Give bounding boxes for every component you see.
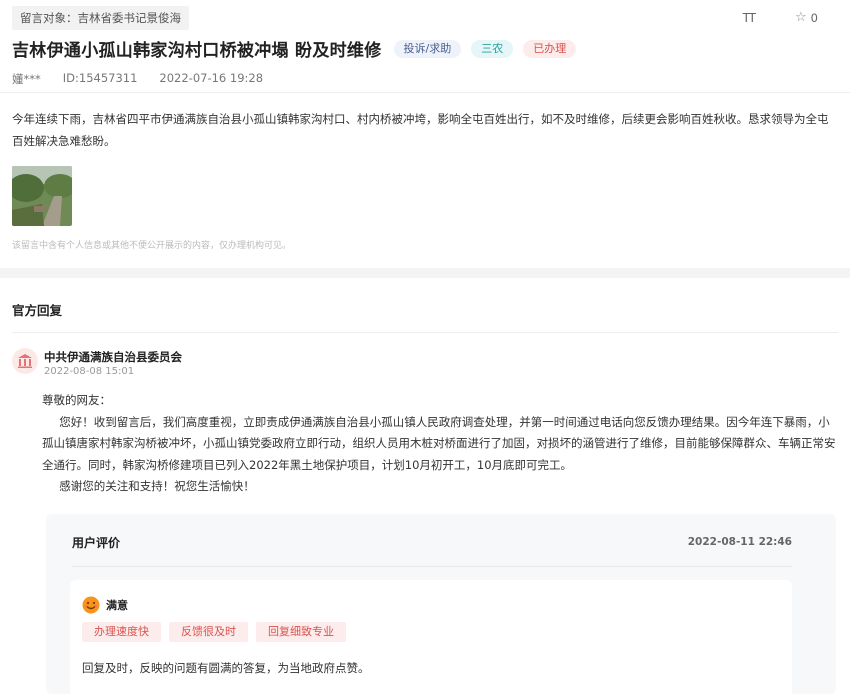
- evaluation-time: 2022-08-11 22:46: [687, 536, 792, 548]
- evaluation-comment: 回复及时，反映的问题有圆满的答复，为当地政府点赞。: [82, 661, 370, 675]
- divider: [12, 332, 838, 333]
- post-content: 今年连续下雨，吉林省四平市伊通满族自治县小孤山镇韩家沟村口、村内桥被冲垮，影响全…: [12, 112, 829, 148]
- status-badge: 已办理: [523, 39, 577, 58]
- official-reply-title: 官方回复: [12, 303, 63, 318]
- title-row: 吉林伊通小孤山韩家沟村口桥被冲塌 盼及时维修 投诉/求助 三农 已办理: [12, 36, 577, 61]
- font-size-icon[interactable]: TT: [743, 11, 756, 25]
- user-evaluation: 用户评价 2022-08-11 22:46 满意 办理速度快 反馈很及时 回复细…: [46, 514, 836, 700]
- author-name: 嬞***: [12, 72, 41, 86]
- photo-thumbnail: [12, 166, 72, 226]
- post-time: 2022-07-16 19:28: [159, 71, 264, 85]
- evaluation-chips: 办理速度快 反馈很及时 回复细致专业: [82, 622, 346, 642]
- avatar: [12, 348, 38, 374]
- reply-body: 尊敬的网友： 您好！收到留言后，我们高度重视，立即责成伊通满族自治县小孤山镇人民…: [42, 390, 838, 498]
- evaluation-card: 满意 办理速度快 反馈很及时 回复细致专业 回复及时，反映的问题有圆满的答复，为…: [70, 580, 792, 700]
- tag-list: 投诉/求助 三农 已办理: [393, 39, 577, 58]
- page-title: 吉林伊通小孤山韩家沟村口桥被冲塌 盼及时维修: [12, 41, 382, 61]
- rating-row: 满意: [82, 596, 128, 614]
- divider: [72, 566, 792, 567]
- reply-closing: 感谢您的关注和支持！祝您生活愉快！: [59, 479, 255, 493]
- smiley-face-icon: [82, 596, 100, 614]
- post-id: ID:15457311: [62, 71, 138, 85]
- favorite-count: 0: [810, 10, 818, 25]
- section-separator: [0, 268, 850, 278]
- chip-speed: 办理速度快: [82, 622, 161, 642]
- org-name: 中共伊通满族自治县委员会: [44, 350, 182, 364]
- rating-label: 满意: [106, 599, 128, 612]
- reply-time: 2022-08-08 15:01: [44, 366, 135, 377]
- favorite-button[interactable]: ☆ 0: [795, 10, 818, 25]
- chip-feedback: 反馈很及时: [169, 622, 248, 642]
- tag-agriculture[interactable]: 三农: [471, 39, 514, 58]
- divider: [0, 92, 850, 93]
- star-icon: ☆: [795, 10, 807, 25]
- privacy-note: 该留言中含有个人信息或其他不便公开展示的内容，仅办理机构可见。: [12, 241, 292, 251]
- tag-complaint[interactable]: 投诉/求助: [393, 39, 462, 58]
- reply-paragraph: 您好！收到留言后，我们高度重视，立即责成伊通满族自治县小孤山镇人民政府调查处理，…: [42, 414, 836, 472]
- chip-professional: 回复细致专业: [256, 622, 346, 642]
- attached-photo[interactable]: [12, 166, 72, 226]
- government-building-icon: [18, 354, 32, 368]
- post-meta: 嬞*** ID:15457311 2022-07-16 19:28: [12, 71, 263, 87]
- evaluation-title: 用户评价: [72, 536, 121, 550]
- message-target-tag: 留言对象：吉林省委书记景俊海: [12, 6, 189, 30]
- top-actions: TT ☆ 0: [743, 10, 818, 25]
- reply-greeting: 尊敬的网友：: [42, 393, 111, 407]
